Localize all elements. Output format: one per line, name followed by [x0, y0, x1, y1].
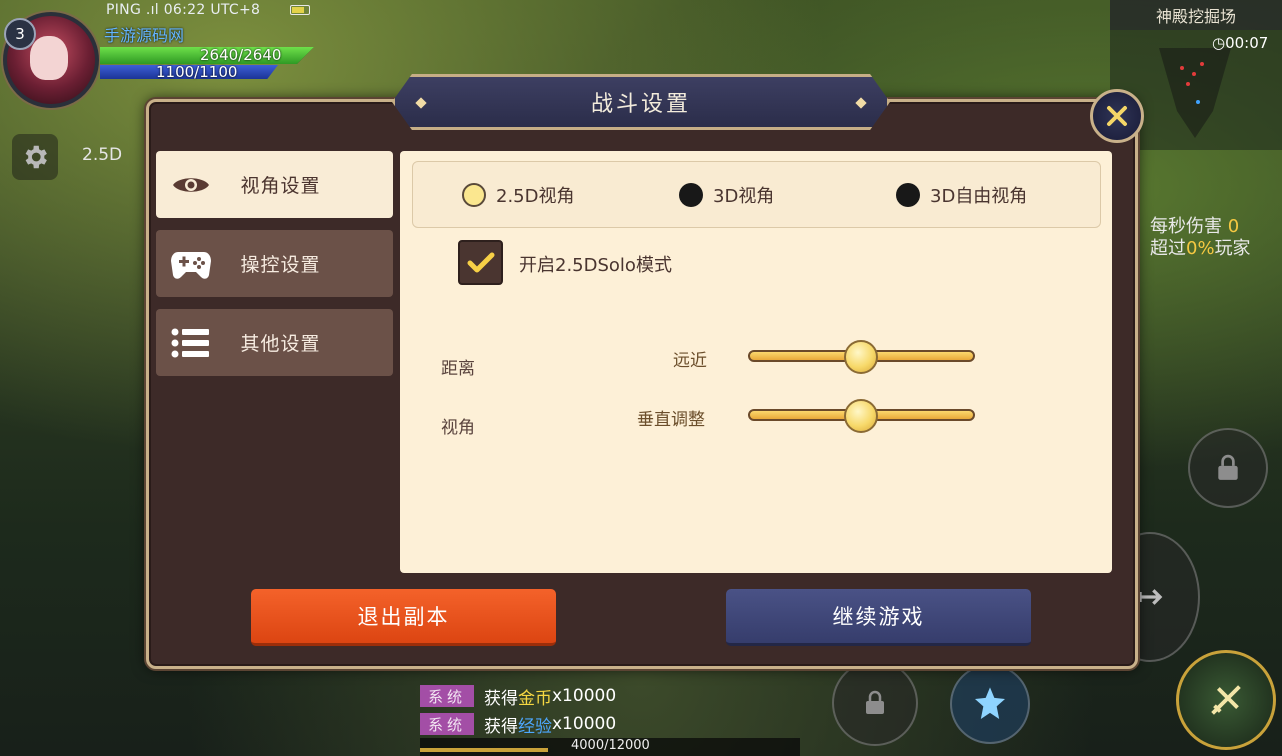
radio-3d-view[interactable]: 3D视角 [679, 180, 774, 210]
title-ornament-icon [855, 97, 867, 109]
solo-mode-label: 开启2.5DSolo模式 [519, 255, 672, 276]
checkmark-icon [467, 252, 494, 272]
dialog-title-plate: 战斗设置 [392, 74, 890, 130]
settings-gear-button[interactable] [12, 134, 58, 180]
lock-icon [866, 690, 884, 714]
view-mode-label[interactable]: 2.5D [82, 145, 122, 165]
hp-text: 2640/2640 [200, 46, 282, 64]
title-ornament-icon [415, 97, 427, 109]
dialog-title: 战斗设置 [590, 92, 691, 117]
gear-icon [25, 145, 47, 169]
angle-row-label: 视角 [441, 418, 475, 438]
continue-game-button[interactable]: 继续游戏 [726, 589, 1031, 646]
close-button[interactable] [1090, 89, 1144, 143]
battery-icon [290, 5, 310, 15]
chat-prefix: 获得 [484, 716, 518, 737]
player-name: 手游源码网 [104, 26, 185, 45]
star-burst-icon [975, 687, 1005, 719]
distance-slider-label: 远近 [673, 351, 707, 371]
minimap-enemy-dot [1180, 66, 1184, 70]
radio-unselected-icon [896, 183, 920, 207]
radio-2-5d-view[interactable]: 2.5D视角 [462, 180, 575, 210]
chat-prefix: 获得 [484, 688, 518, 709]
exceed-value: 0% [1186, 238, 1215, 259]
minimap-player-dot [1196, 100, 1200, 104]
exceed-suffix: 玩家 [1214, 238, 1251, 259]
chat-line: 系统 获得 金币 x10000 [420, 684, 617, 709]
mp-text: 1100/1100 [156, 63, 238, 81]
tab-control-settings[interactable]: 操控设置 [156, 230, 393, 297]
minimap-enemy-dot [1186, 82, 1190, 86]
tab-label: 其他设置 [240, 333, 321, 355]
clock-icon: ◷ [1212, 34, 1226, 52]
lock-icon [1218, 454, 1238, 480]
exit-dungeon-button[interactable]: 退出副本 [251, 589, 556, 646]
skill-star-button[interactable] [950, 664, 1030, 744]
tab-view-settings[interactable]: 视角设置 [156, 151, 393, 218]
list-icon [156, 328, 226, 358]
avatar-portrait [30, 36, 68, 80]
radio-label: 2.5D视角 [496, 186, 575, 207]
status-bar-text: PING .ıl 06:22 UTC+8 [106, 2, 261, 18]
locked-skill-slot[interactable] [1188, 428, 1268, 508]
eye-icon [156, 173, 226, 197]
radio-label: 3D自由视角 [930, 186, 1028, 207]
distance-row-label: 距离 [441, 359, 475, 379]
attack-icon [1211, 685, 1241, 715]
radio-label: 3D视角 [713, 186, 775, 207]
radio-selected-icon [462, 183, 486, 207]
chat-tag: 系统 [420, 685, 474, 707]
dps-rank: 超过0%玩家 [1150, 234, 1251, 260]
exceed-prefix: 超过 [1150, 238, 1186, 259]
distance-slider-thumb[interactable] [844, 340, 878, 374]
locked-skill-slot-bottom[interactable] [832, 660, 918, 746]
tab-label: 操控设置 [240, 254, 321, 276]
gamepad-icon [156, 248, 226, 280]
chat-tag: 系统 [420, 713, 474, 735]
tab-label: 视角设置 [240, 175, 321, 197]
solo-mode-checkbox[interactable] [458, 240, 503, 285]
vertical-adjust-slider-thumb[interactable] [844, 399, 878, 433]
radio-3d-free-view[interactable]: 3D自由视角 [896, 180, 1027, 210]
radio-unselected-icon [679, 183, 703, 207]
level-badge: 3 [4, 18, 36, 50]
dungeon-timer: ◷00:07 [1212, 34, 1268, 52]
chat-amount: x10000 [552, 714, 617, 734]
chat-line: 系统 获得 经验 x10000 [420, 712, 617, 737]
minimap-enemy-dot [1192, 72, 1196, 76]
tab-other-settings[interactable]: 其他设置 [156, 309, 393, 376]
attack-button[interactable] [1176, 650, 1276, 750]
map-title: 神殿挖掘场 [1110, 0, 1282, 30]
xp-text: 4000/12000 [571, 738, 650, 753]
minimap-enemy-dot [1200, 62, 1204, 66]
timer-text: 00:07 [1225, 34, 1269, 52]
angle-slider-label: 垂直调整 [637, 410, 705, 430]
chat-item: 经验 [518, 716, 552, 737]
xp-bar-fill [420, 748, 548, 752]
chat-amount: x10000 [552, 686, 617, 706]
chat-item: 金币 [518, 688, 552, 709]
close-icon [1107, 106, 1127, 126]
